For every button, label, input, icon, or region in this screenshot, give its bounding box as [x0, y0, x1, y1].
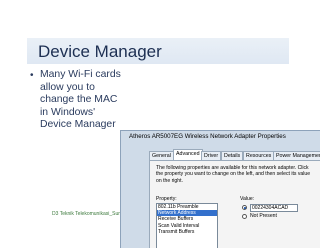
property-item[interactable]: Transmit Buffers: [157, 229, 217, 235]
panel-description: The following properties are available f…: [156, 165, 311, 184]
tab-power-management[interactable]: Power Management: [273, 151, 320, 160]
value-input[interactable]: 00224304ACAD: [250, 204, 298, 212]
slide: Device Manager • Many Wi-Fi cards allow …: [0, 0, 320, 248]
bullet-dot-icon: •: [30, 70, 34, 81]
property-label: Property:: [156, 196, 177, 202]
tab-general[interactable]: General: [149, 151, 174, 160]
property-list[interactable]: 802.11b Preamble Network Address Receive…: [156, 203, 218, 248]
dialog-title: Atheros AR5007EG Wireless Network Adapte…: [129, 133, 286, 140]
not-present-radio[interactable]: [242, 214, 247, 219]
tab-advanced[interactable]: Advanced: [173, 149, 203, 160]
bullet-text: Many Wi-Fi cards allow you to change the…: [40, 69, 121, 131]
properties-dialog: Atheros AR5007EG Wireless Network Adapte…: [120, 130, 320, 248]
value-radio[interactable]: [242, 205, 247, 210]
slide-title: Device Manager: [38, 42, 162, 61]
not-present-label: Not Present: [250, 213, 277, 219]
value-label: Value:: [240, 196, 255, 202]
advanced-panel: The following properties are available f…: [149, 160, 320, 248]
tab-details[interactable]: Details: [221, 151, 244, 160]
tab-bar: General Advanced Driver Details Resource…: [149, 149, 320, 160]
tab-driver[interactable]: Driver: [201, 151, 222, 160]
tab-resources[interactable]: Resources: [243, 151, 275, 160]
